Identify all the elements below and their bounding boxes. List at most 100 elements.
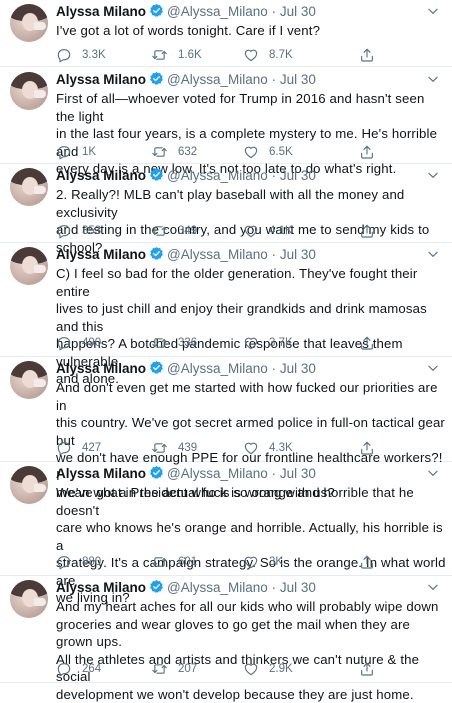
author-name[interactable]: Alyssa Milano [56, 72, 146, 87]
reply-icon [56, 223, 72, 239]
verified-badge-icon [149, 246, 164, 266]
heart-icon [243, 223, 259, 239]
chevron-down-icon[interactable] [426, 247, 440, 266]
chevron-down-icon[interactable] [426, 466, 440, 485]
reply-button[interactable]: 353 [56, 222, 101, 240]
tweet[interactable]: Alyssa Milano @Alyssa_Milano · Jul 30 And… [0, 357, 452, 500]
author-name[interactable]: Alyssa Milano [56, 466, 146, 481]
tweet-date[interactable]: Jul 30 [280, 72, 316, 87]
tweet-header: Alyssa Milano @Alyssa_Milano · Jul 30 [56, 246, 316, 266]
author-handle[interactable]: @Alyssa_Milano [167, 361, 268, 376]
share-button[interactable] [359, 222, 375, 240]
retweet-button[interactable]: 632 [151, 143, 197, 161]
like-button[interactable]: 4.3K [243, 439, 293, 457]
reply-button[interactable]: 880 [56, 553, 101, 571]
share-button[interactable] [359, 143, 375, 161]
tweet-text: And my heart aches for all our kids who … [56, 599, 439, 702]
heart-icon [243, 661, 259, 677]
tweet-date[interactable]: Jul 30 [280, 466, 316, 481]
author-handle[interactable]: @Alyssa_Milano [167, 168, 268, 183]
tweet-header: Alyssa Milano @Alyssa_Milano · Jul 30 [56, 71, 316, 91]
like-count: 4.1K [269, 225, 293, 237]
reply-button[interactable]: 427 [56, 439, 101, 457]
chevron-down-icon[interactable] [426, 580, 440, 599]
tweet-date[interactable]: Jul 30 [280, 168, 316, 183]
avatar[interactable] [10, 466, 48, 504]
share-button[interactable] [359, 553, 375, 571]
retweet-button[interactable]: 601 [151, 553, 197, 571]
chevron-down-icon[interactable] [426, 168, 440, 187]
share-icon [359, 47, 375, 63]
chevron-down-icon[interactable] [426, 72, 440, 91]
like-count: 4.3K [269, 442, 293, 454]
tweet[interactable]: Alyssa Milano @Alyssa_Milano · Jul 30 C) … [0, 243, 452, 386]
tweet-date[interactable]: Jul 30 [280, 4, 316, 19]
author-name[interactable]: Alyssa Milano [56, 168, 146, 183]
retweet-icon [151, 554, 168, 570]
like-button[interactable]: 4.1K [243, 222, 293, 240]
author-name[interactable]: Alyssa Milano [56, 361, 146, 376]
tweet-header: Alyssa Milano @Alyssa_Milano · Jul 30 [56, 465, 316, 485]
share-button[interactable] [359, 46, 375, 64]
author-name[interactable]: Alyssa Milano [56, 580, 146, 595]
avatar[interactable] [10, 580, 48, 618]
tweet-date[interactable]: Jul 30 [280, 580, 316, 595]
heart-icon [243, 554, 259, 570]
tweet[interactable]: Alyssa Milano @Alyssa_Milano · Jul 30 2. … [0, 164, 452, 255]
separator-dot: · [271, 72, 277, 87]
retweet-count: 349 [178, 225, 198, 237]
tweet[interactable]: Alyssa Milano @Alyssa_Milano · Jul 30 And… [0, 576, 452, 702]
share-button[interactable] [359, 334, 375, 352]
retweet-button[interactable]: 207 [151, 660, 197, 678]
retweet-count: 336 [178, 337, 198, 349]
tweet-date[interactable]: Jul 30 [280, 247, 316, 262]
tweet-actions: 3.3K 1.6K 8.7K [56, 46, 436, 64]
avatar[interactable] [10, 247, 48, 285]
retweet-count: 601 [178, 556, 198, 568]
retweet-button[interactable]: 1.6K [151, 46, 202, 64]
retweet-button[interactable]: 336 [151, 334, 197, 352]
reply-button[interactable]: 1K [56, 143, 96, 161]
author-handle[interactable]: @Alyssa_Milano [167, 466, 268, 481]
author-handle[interactable]: @Alyssa_Milano [167, 247, 268, 262]
reply-count: 353 [82, 225, 102, 237]
like-button[interactable]: 6.5K [243, 143, 293, 161]
chevron-down-icon[interactable] [426, 361, 440, 380]
tweet-actions: 880 601 3K [56, 553, 436, 571]
heart-icon [243, 440, 259, 456]
chevron-down-icon[interactable] [426, 4, 440, 23]
reply-button[interactable]: 490 [56, 334, 101, 352]
avatar[interactable] [10, 4, 48, 42]
retweet-button[interactable]: 439 [151, 439, 197, 457]
retweet-icon [151, 47, 168, 63]
like-button[interactable]: 3K [243, 553, 283, 571]
share-button[interactable] [359, 660, 375, 678]
author-handle[interactable]: @Alyssa_Milano [167, 72, 268, 87]
reply-icon [56, 440, 72, 456]
share-button[interactable] [359, 439, 375, 457]
tweet[interactable]: Alyssa Milano @Alyssa_Milano · Jul 30 Fir… [0, 68, 452, 176]
verified-badge-icon [149, 71, 164, 91]
reply-button[interactable]: 264 [56, 660, 101, 678]
retweet-button[interactable]: 349 [151, 222, 197, 240]
tweet[interactable]: Alyssa Milano @Alyssa_Milano · Jul 30 We'… [0, 462, 452, 605]
like-button[interactable]: 8.7K [243, 46, 293, 64]
retweet-count: 1.6K [178, 49, 202, 61]
author-handle[interactable]: @Alyssa_Milano [167, 4, 268, 19]
avatar[interactable] [10, 72, 48, 110]
retweet-icon [151, 335, 168, 351]
tweet[interactable]: Alyssa Milano @Alyssa_Milano · Jul 30 I'v… [0, 0, 452, 67]
like-button[interactable]: 3.7K [243, 334, 293, 352]
like-count: 3K [269, 556, 284, 568]
retweet-count: 632 [178, 146, 198, 158]
share-icon [359, 440, 375, 456]
avatar[interactable] [10, 168, 48, 206]
like-button[interactable]: 2.9K [243, 660, 293, 678]
avatar[interactable] [10, 361, 48, 399]
tweet-date[interactable]: Jul 30 [280, 361, 316, 376]
reply-button[interactable]: 3.3K [56, 46, 106, 64]
verified-badge-icon [149, 3, 164, 23]
author-handle[interactable]: @Alyssa_Milano [167, 580, 268, 595]
author-name[interactable]: Alyssa Milano [56, 247, 146, 262]
author-name[interactable]: Alyssa Milano [56, 4, 146, 19]
